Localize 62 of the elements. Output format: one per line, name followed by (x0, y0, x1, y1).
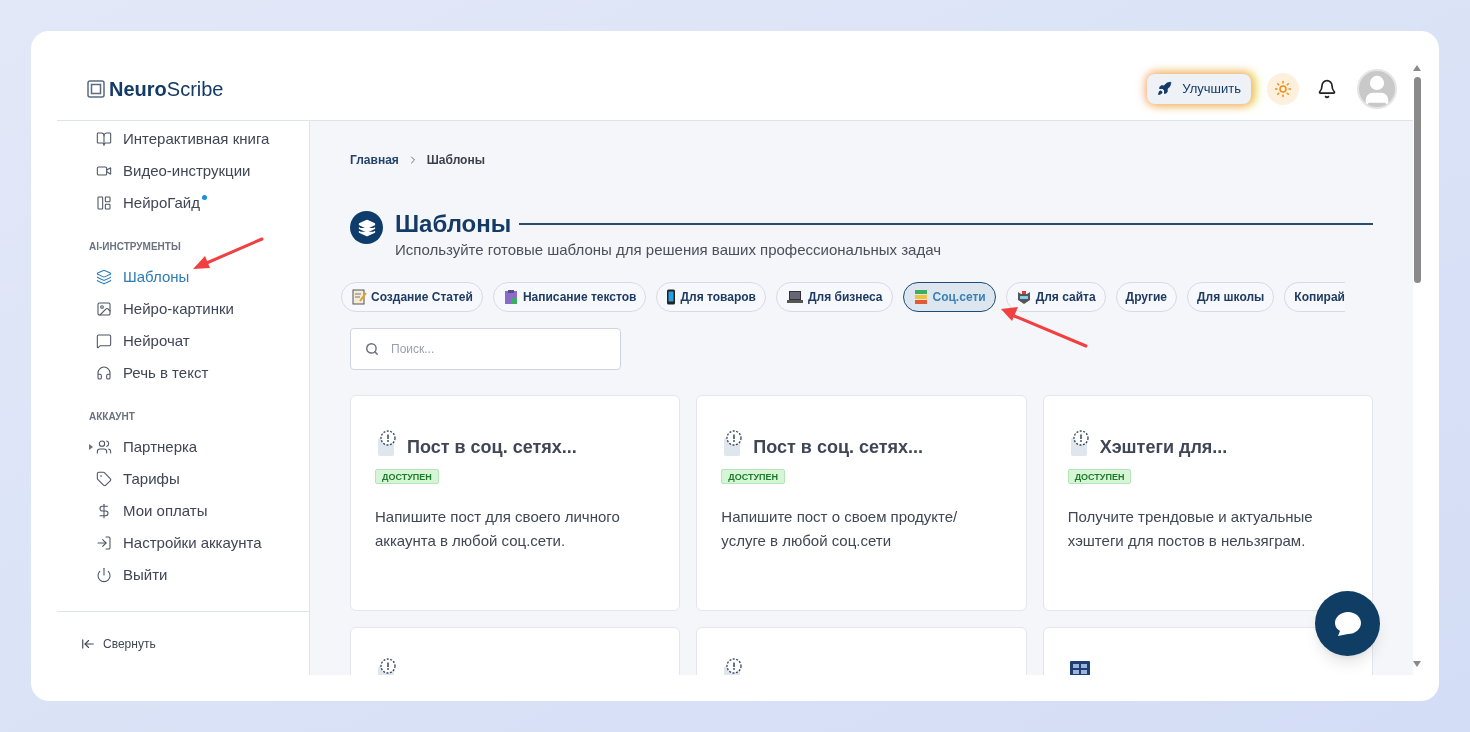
sidebar-item[interactable]: Мои оплаты (123, 499, 208, 523)
phone-icon (666, 288, 677, 305)
upgrade-button[interactable]: Улучшить (1147, 73, 1251, 104)
status-badge: ДОСТУПЕН (375, 468, 439, 484)
section-heading: AI-ИНСТРУМЕНТЫ (89, 239, 181, 254)
collapse-icon (81, 636, 95, 651)
category-chip[interactable]: Создание Статей (341, 281, 483, 312)
template-card[interactable]: Пост в соц. сетях... ДОСТУПЕН Напишите пост о своем продукте/ услуге в любой соц.сети (696, 394, 1027, 611)
search-field[interactable]: Поиск... (350, 327, 621, 370)
robot-icon (1015, 288, 1032, 305)
category-chip[interactable]: Для сайта (1005, 281, 1106, 312)
layers-icon (357, 218, 376, 237)
category-chip[interactable]: Для бизнеса (775, 281, 893, 312)
card-title: Пост в соц. сетях... (753, 435, 924, 459)
card-description: Получите трендовые и актуальные хэштеги для постов в нельзяграм. (1067, 506, 1314, 551)
category-chip[interactable]: Копирай (1284, 281, 1345, 312)
category-chip[interactable]: Для товаров (656, 281, 766, 312)
status-badge: ДОСТУПЕН (721, 468, 786, 484)
sidebar-item[interactable]: Шаблоны (123, 265, 190, 289)
clipboard-alert-icon (375, 430, 399, 458)
sidebar-item[interactable]: Нейро-картинки (123, 297, 234, 321)
memo-icon (351, 288, 367, 305)
card-description: Напишите пост о своем продукте/ услуге в любой соц.сети (721, 506, 959, 551)
category-chip[interactable]: Другие (1115, 281, 1178, 312)
section-heading: АККАУНТ (89, 409, 135, 424)
page-title: Шаблоны (395, 209, 512, 239)
status-badge: ДОСТУПЕН (1067, 468, 1132, 484)
scroll-thumb[interactable] (1413, 77, 1421, 283)
sidebar-item[interactable]: Тарифы (123, 467, 180, 491)
breadcrumb-link[interactable]: Шаблоны (426, 151, 485, 169)
speech-bubble-icon (1333, 610, 1362, 637)
sidebar-item[interactable]: Интерактивная книга (123, 127, 270, 151)
logo-text: NeuroScribe (109, 76, 224, 102)
breadcrumb-link[interactable]: Главная (350, 151, 399, 169)
card-title: Пост в соц. сетях... (407, 435, 577, 459)
template-card[interactable]: Пост в соц. сетях... ДОСТУПЕН Напишите пост для своего личного аккаунта в любой соц.сети. (350, 394, 681, 611)
clipboard-icon (502, 288, 519, 305)
notification-icon[interactable] (1317, 78, 1337, 99)
search-icon (365, 341, 379, 356)
template-card[interactable]: Хэштеги для... ДОСТУПЕН Получите трендовые и актуальные хэштеги для постов в нельзяграм. (1042, 394, 1373, 611)
category-chip[interactable]: Для школы (1187, 281, 1275, 312)
sidebar-item[interactable]: Речь в текст (123, 361, 209, 385)
card-title: Хэштеги для... (1099, 435, 1228, 459)
card-description: Напишите пост для своего личного аккаунта в любой соц.сети. (375, 506, 621, 551)
sidebar-item[interactable]: Видео-инструкции (123, 159, 251, 183)
books-icon (912, 288, 929, 305)
scroll-down-icon[interactable] (1413, 661, 1421, 667)
laptop-icon (785, 289, 804, 304)
sidebar-item[interactable]: Выйти (123, 563, 168, 587)
category-chip[interactable]: Написание текстов (492, 281, 647, 312)
rocket-icon (1157, 81, 1173, 96)
sidebar-item[interactable]: Настройки аккаунта (123, 531, 262, 555)
scroll-up-icon[interactable] (1413, 65, 1421, 71)
page-subtitle: Используйте готовые шаблоны для решения ваших профессиональных задач (395, 240, 942, 260)
caret-right-icon[interactable] (88, 443, 94, 451)
sun-icon (1274, 79, 1292, 98)
sidebar-item[interactable]: НейроГайд (123, 191, 200, 215)
theme-toggle[interactable] (1267, 72, 1299, 105)
logo-icon (87, 79, 105, 98)
sidebar-item[interactable]: Нейрочат (123, 329, 190, 353)
sidebar-item[interactable]: Партнерка (123, 435, 198, 459)
collapse-button[interactable]: Свернуть (81, 634, 156, 653)
